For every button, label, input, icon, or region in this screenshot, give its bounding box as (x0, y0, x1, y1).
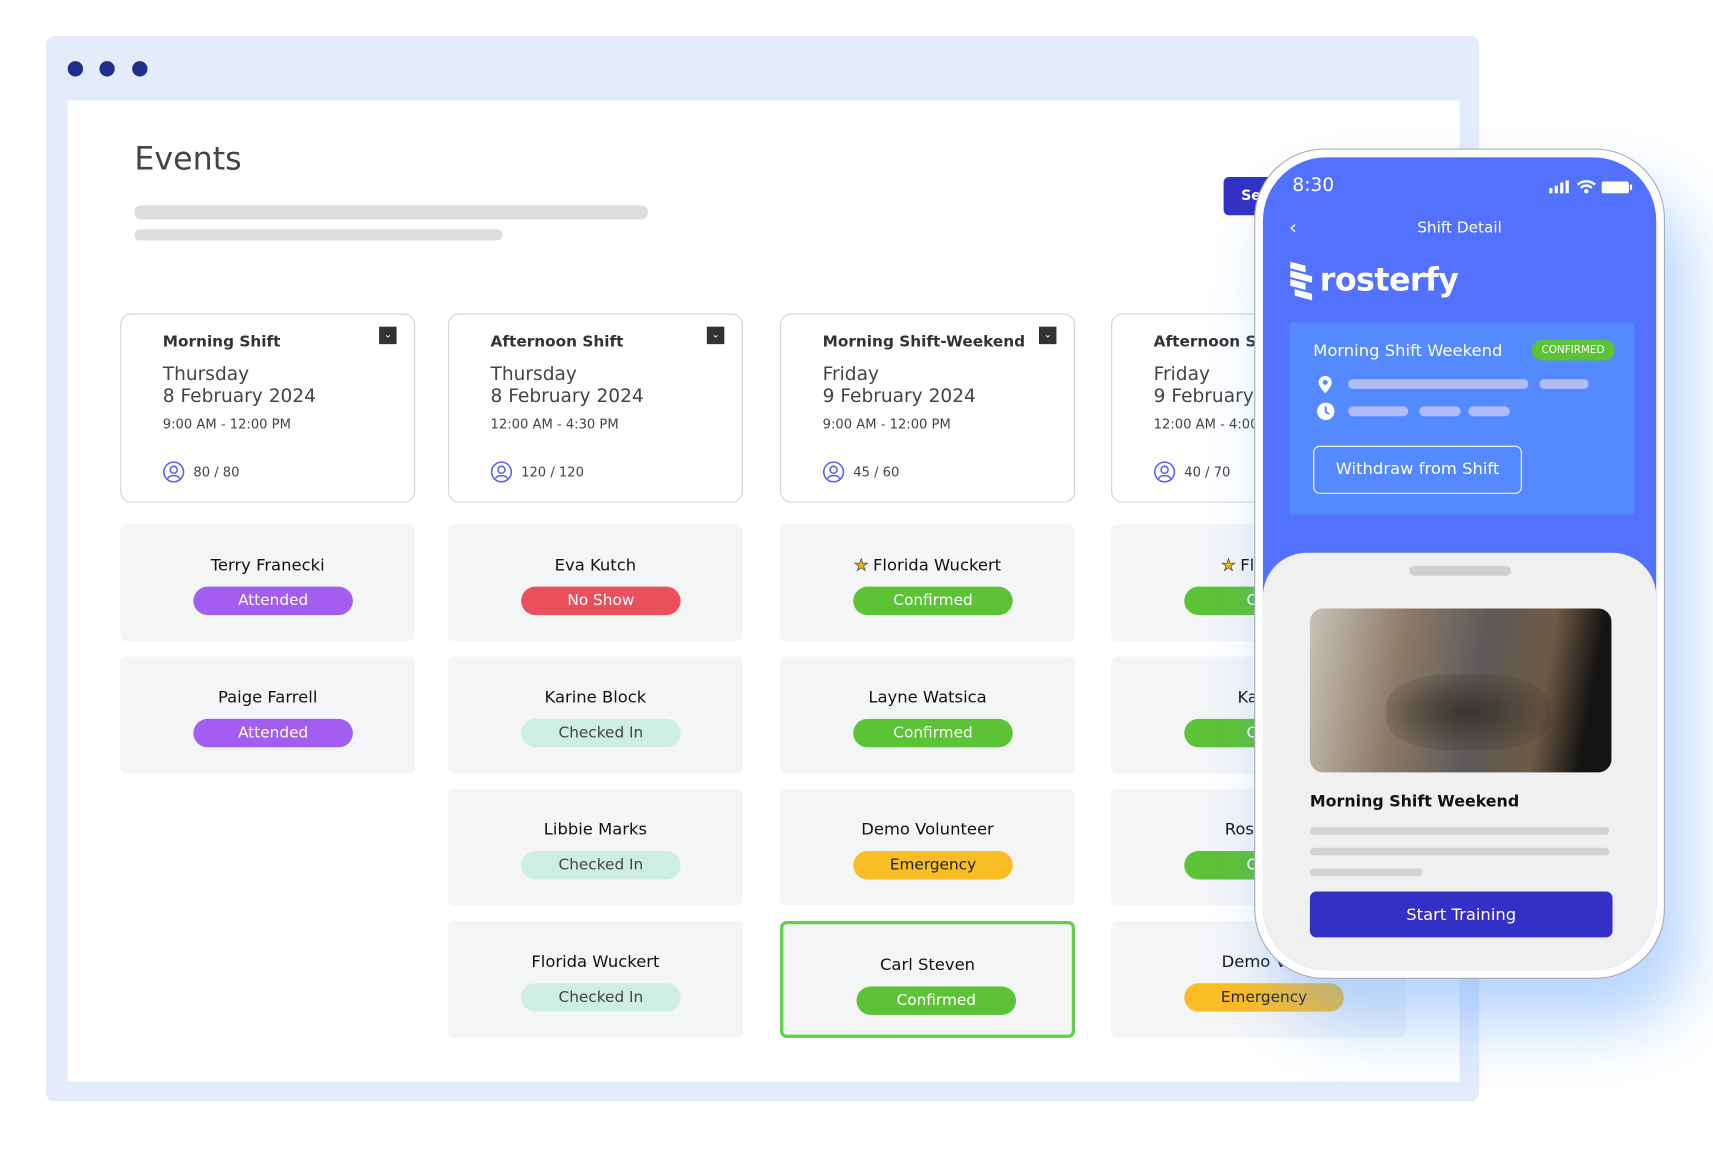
shift-card[interactable]: Morning Shift-Weekend ⌄ Friday 9 Februar… (780, 313, 1076, 503)
status-badge: Checked In (521, 851, 681, 880)
shift-card[interactable]: Morning Shift ⌄ Thursday 8 February 2024… (120, 313, 416, 503)
placeholder-line (134, 229, 503, 241)
attendee-card[interactable]: ★ Florida Wuckert Confirmed (780, 524, 1076, 642)
bottom-sheet: Morning Shift Weekend Start Training (1262, 552, 1657, 971)
status-badge: Checked In (521, 718, 681, 748)
placeholder-line (134, 205, 648, 220)
status-badge: CONFIRMED (1531, 339, 1615, 361)
attendee-card[interactable]: Carl Steven Confirmed (780, 920, 1076, 1038)
screen-title: Shift Detail (1417, 219, 1502, 238)
attendee-card[interactable]: Karine Block Checked In (447, 656, 743, 774)
shift-capacity: 45 / 60 (853, 464, 900, 480)
shift-day: Friday (822, 363, 879, 386)
attendee-card[interactable]: Eva Kutch No Show (447, 524, 743, 642)
signal-icon (1549, 180, 1569, 194)
attendee-card[interactable]: Terry Franecki Attended (120, 524, 416, 642)
window-dot-icon (99, 61, 115, 77)
location-pin-icon (1318, 375, 1332, 394)
placeholder-line (1348, 379, 1529, 389)
team-meeting-image (1309, 608, 1612, 773)
attendee-name: Carl Steven (879, 954, 976, 975)
start-training-button[interactable]: Start Training (1309, 891, 1613, 938)
rosterfy-logo-icon (1290, 261, 1313, 301)
attendee-name: Libbie Marks (543, 819, 648, 840)
status-badge: Emergency (1184, 983, 1344, 1012)
placeholder-line (1309, 847, 1610, 856)
chevron-down-icon[interactable]: ⌄ (706, 326, 725, 345)
shift-day: Friday (1153, 363, 1210, 386)
wifi-icon (1576, 180, 1596, 194)
attendee-card[interactable]: Paige Farrell Attended (120, 656, 416, 774)
sheet-handle[interactable] (1409, 565, 1511, 576)
status-badge: Attended (193, 586, 353, 616)
battery-icon (1601, 181, 1633, 194)
brand-logo: rosterfy (1319, 261, 1459, 299)
attendee-name: Demo Volunteer (861, 819, 994, 840)
clock-icon (1317, 402, 1335, 421)
placeholder-line (1309, 827, 1610, 835)
window-dot-icon (132, 61, 148, 77)
status-badge: Checked In (521, 983, 681, 1012)
detail-title: Morning Shift Weekend (1309, 793, 1520, 811)
phone-time: 8:30 (1292, 174, 1335, 197)
shift-name: Morning Shift (162, 333, 281, 351)
status-icons (1549, 179, 1633, 194)
status-badge: No Show (521, 586, 681, 616)
withdraw-button[interactable]: Withdraw from Shift (1313, 445, 1522, 494)
placeholder-line (1539, 379, 1589, 389)
status-badge: Emergency (853, 851, 1013, 880)
shift-summary-card: Morning Shift Weekend CONFIRMED Withdraw… (1289, 322, 1635, 515)
status-badge: Attended (193, 718, 353, 748)
status-badge: Confirmed (856, 986, 1017, 1015)
shift-time: 12:00 AM - 4:30 PM (490, 416, 619, 432)
shift-name: Afternoon Shift (490, 333, 624, 351)
attendee-name: Paige Farrell (217, 687, 318, 707)
page-title: Events (134, 139, 242, 177)
attendee-card[interactable]: Demo Volunteer Emergency (780, 788, 1076, 906)
star-icon: ★ (1221, 554, 1236, 575)
shift-name: Morning Shift Weekend (1313, 340, 1503, 361)
shift-time: 9:00 AM - 12:00 PM (162, 416, 291, 432)
user-icon (163, 461, 185, 483)
placeholder-line (1468, 406, 1510, 417)
star-icon: ★ (853, 554, 869, 575)
user-icon (1154, 461, 1176, 483)
user-icon (822, 461, 845, 483)
attendee-name: Layne Watsica (868, 687, 987, 707)
shift-name: Morning Shift-Weekend (822, 333, 1026, 351)
chevron-down-icon[interactable]: ⌄ (1038, 326, 1057, 345)
attendee-card[interactable]: Florida Wuckert Checked In (447, 920, 743, 1038)
attendee-name: Florida Wuckert (872, 554, 1002, 575)
attendee-name: Eva Kutch (554, 554, 637, 575)
shift-capacity: 40 / 70 (1184, 464, 1231, 480)
shift-capacity: 120 / 120 (521, 464, 584, 480)
placeholder-line (1419, 406, 1461, 417)
status-badge: Confirmed (853, 718, 1013, 748)
phone-mockup: 8:30 ‹ Shift Detail rosterfy Morning Shi… (1254, 148, 1665, 979)
shift-time: 12:00 AM - 4:00 (1153, 416, 1259, 432)
shift-date: 8 February 2024 (162, 385, 316, 408)
shift-date: 8 February 2024 (490, 385, 644, 408)
attendee-card[interactable]: Libbie Marks Checked In (447, 788, 743, 906)
window-dot-icon (67, 61, 84, 77)
placeholder-line (1348, 406, 1409, 417)
attendee-name: Terry Franecki (210, 554, 325, 575)
user-icon (490, 461, 513, 483)
chevron-down-icon[interactable]: ⌄ (379, 326, 397, 345)
shift-day: Thursday (162, 363, 250, 386)
shift-name: Afternoon Sh (1153, 333, 1268, 351)
attendee-card[interactable]: Layne Watsica Confirmed (780, 656, 1076, 774)
shift-time: 9:00 AM - 12:00 PM (822, 416, 951, 432)
placeholder-line (1309, 868, 1423, 877)
shift-date: 9 February 2024 (822, 385, 976, 408)
attendee-name: Florida Wuckert (531, 951, 660, 972)
attendee-name: Karine Block (544, 687, 647, 707)
shift-day: Thursday (490, 363, 577, 386)
shift-card[interactable]: Afternoon Shift ⌄ Thursday 8 February 20… (447, 313, 743, 503)
status-badge: Confirmed (853, 586, 1013, 616)
shift-capacity: 80 / 80 (193, 464, 240, 480)
